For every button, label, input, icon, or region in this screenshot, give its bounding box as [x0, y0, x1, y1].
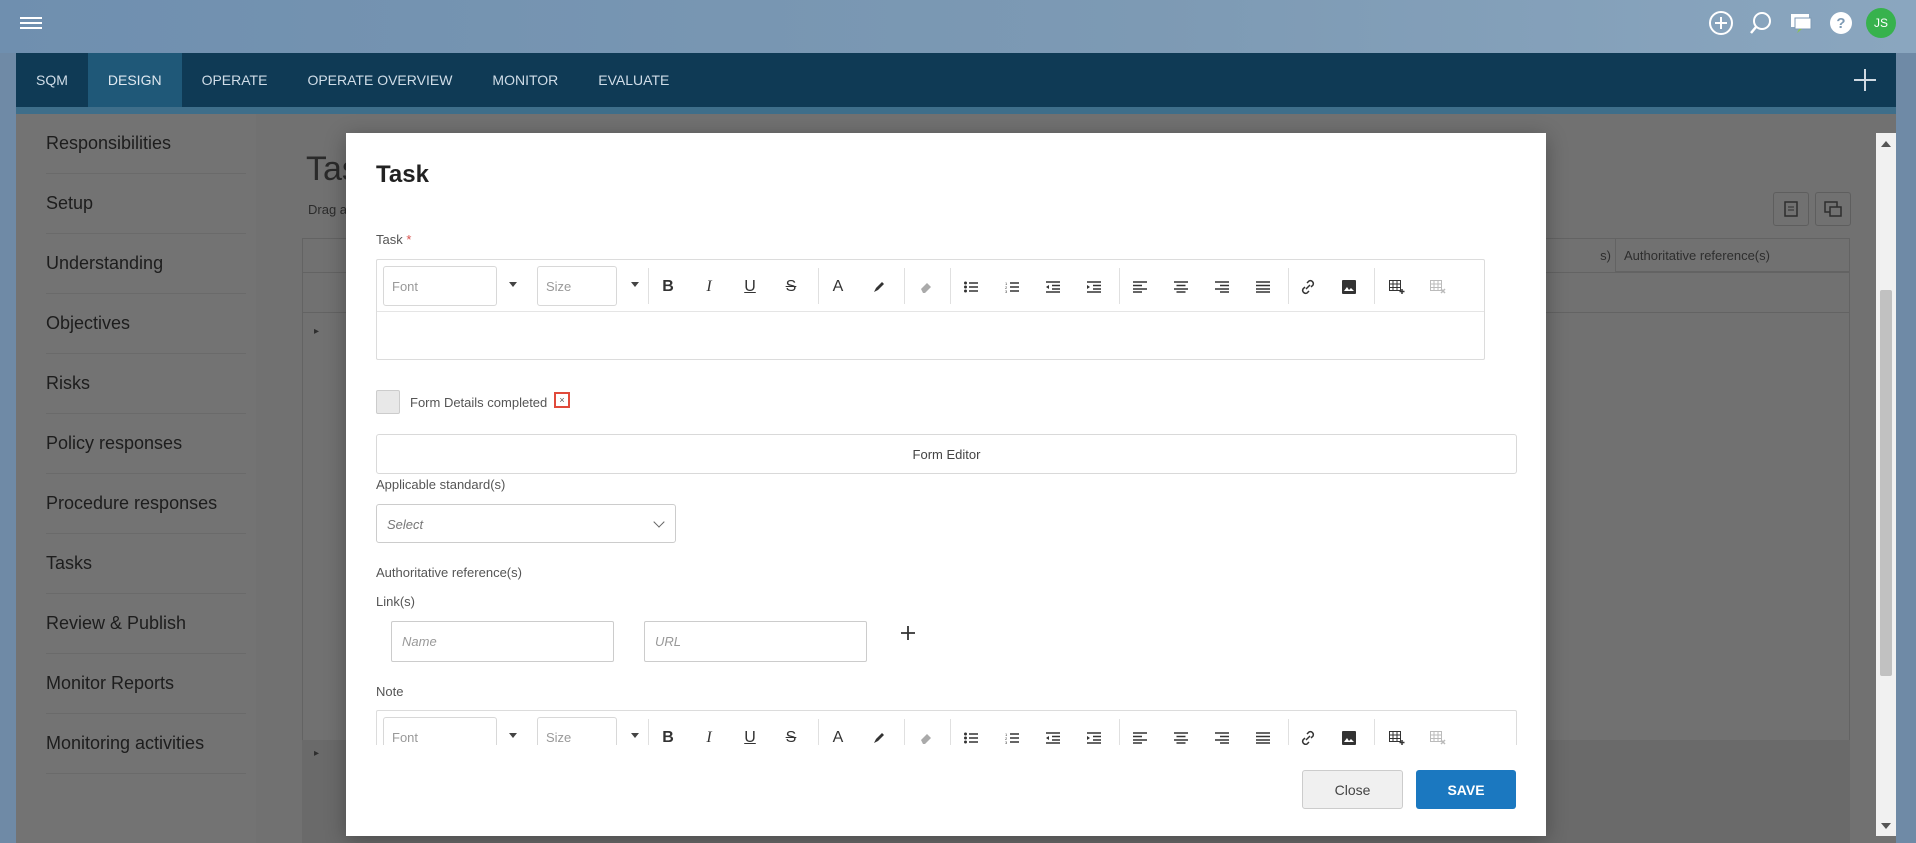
note-label: Note [376, 684, 404, 699]
align-justify-icon[interactable] [1252, 276, 1274, 298]
form-editor-button[interactable]: Form Editor [376, 434, 1517, 474]
top-header [0, 0, 1916, 53]
sidebar-item-tasks[interactable]: Tasks [46, 534, 246, 594]
nav-underline [16, 107, 1896, 114]
expand-row-icon[interactable]: ▸ [314, 326, 319, 337]
sidebar-item-procedure-responses[interactable]: Procedure responses [46, 474, 246, 534]
indent-icon[interactable] [1083, 276, 1105, 298]
underline-icon[interactable]: U [739, 276, 761, 298]
toolbar-divider [950, 268, 951, 304]
tab-monitor[interactable]: MONITOR [472, 53, 578, 107]
applicable-standards-label: Applicable standard(s) [376, 477, 506, 492]
bullet-list-icon[interactable] [960, 276, 982, 298]
toolbar-divider [904, 268, 905, 304]
toolbar-divider [648, 268, 649, 304]
bold-icon[interactable]: B [657, 276, 679, 298]
task-editor: Font Size B I U S A 123 [376, 259, 1485, 360]
form-details-checkbox[interactable] [376, 390, 400, 414]
expand-row-icon[interactable]: ▸ [314, 748, 319, 759]
link-name-input[interactable]: Name [391, 621, 614, 662]
form-details-label: Form Details completed [410, 395, 548, 410]
align-right-icon[interactable] [1211, 276, 1233, 298]
tab-sqm[interactable]: SQM [16, 53, 88, 107]
font-select[interactable]: Font [383, 266, 497, 306]
hamburger-menu-icon[interactable] [20, 14, 42, 32]
italic-icon[interactable]: I [698, 276, 720, 298]
close-button[interactable]: Close [1302, 770, 1403, 809]
strikethrough-icon[interactable]: S [780, 276, 802, 298]
export-icon[interactable] [1773, 192, 1809, 226]
grid-column-header: Authoritative reference(s) [1615, 238, 1850, 272]
columns-icon[interactable] [1815, 192, 1851, 226]
align-center-icon[interactable] [1170, 276, 1192, 298]
sidebar-item-monitor-reports[interactable]: Monitor Reports [46, 654, 246, 714]
modal-title: Task [376, 161, 429, 188]
numbered-list-icon[interactable]: 123 [1001, 276, 1023, 298]
tab-evaluate[interactable]: EVALUATE [578, 53, 689, 107]
chat-icon[interactable] [1786, 8, 1816, 38]
toolbar-divider [1119, 268, 1120, 304]
insert-table-icon[interactable] [1386, 276, 1408, 298]
task-modal: Task Task * Font Size B I U S A 123 Form… [346, 133, 1546, 836]
links-label: Link(s) [376, 594, 416, 609]
scroll-up-icon[interactable] [1881, 141, 1891, 147]
delete-table-icon[interactable] [1427, 276, 1449, 298]
toolbar-divider [818, 268, 819, 304]
drag-hint: Drag a [308, 202, 348, 217]
applicable-standards-select[interactable]: Select [376, 504, 676, 543]
image-icon[interactable] [1338, 276, 1360, 298]
add-circle-icon[interactable] [1706, 8, 1736, 38]
main-nav: SQM DESIGN OPERATE OPERATE OVERVIEW MONI… [16, 53, 1896, 107]
font-color-icon[interactable]: A [827, 276, 849, 298]
highlight-icon[interactable] [868, 276, 890, 298]
svg-text:?: ? [1836, 15, 1845, 32]
toolbar-divider [1288, 268, 1289, 304]
sidebar-item-objectives[interactable]: Objectives [46, 294, 246, 354]
sidebar-item-review-publish[interactable]: Review & Publish [46, 594, 246, 654]
font-dropdown-icon[interactable] [509, 733, 517, 738]
add-tab-icon[interactable] [1852, 67, 1878, 93]
sidebar-item-setup[interactable]: Setup [46, 174, 246, 234]
search-icon[interactable] [1746, 8, 1776, 38]
clear-checkbox-icon[interactable]: × [554, 392, 570, 408]
sidebar: Responsibilities Setup Understanding Obj… [16, 114, 256, 843]
toolbar-divider [1374, 268, 1375, 304]
size-select[interactable]: Size [537, 266, 617, 306]
sidebar-item-monitoring-activities[interactable]: Monitoring activities [46, 714, 246, 774]
link-url-input[interactable]: URL [644, 621, 867, 662]
eraser-icon[interactable] [915, 276, 937, 298]
outdent-icon[interactable] [1042, 276, 1064, 298]
editor-toolbar: Font Size B I U S A 123 [377, 260, 1484, 312]
svg-text:3: 3 [1005, 289, 1008, 293]
help-icon[interactable]: ? [1826, 8, 1856, 38]
align-left-icon[interactable] [1129, 276, 1151, 298]
authoritative-references-label: Authoritative reference(s) [376, 565, 522, 580]
add-link-icon[interactable] [896, 621, 920, 645]
svg-text:3: 3 [1005, 740, 1008, 744]
task-label: Task * [376, 232, 412, 247]
scrollbar[interactable] [1876, 133, 1896, 836]
tab-design[interactable]: DESIGN [87, 53, 182, 107]
scroll-down-icon[interactable] [1881, 823, 1891, 829]
link-icon[interactable] [1297, 276, 1319, 298]
sidebar-item-policy-responses[interactable]: Policy responses [46, 414, 246, 474]
size-dropdown-icon[interactable] [631, 282, 639, 287]
tab-operate[interactable]: OPERATE [182, 53, 288, 107]
sidebar-item-risks[interactable]: Risks [46, 354, 246, 414]
avatar[interactable]: JS [1866, 8, 1896, 38]
sidebar-item-responsibilities[interactable]: Responsibilities [46, 114, 246, 174]
scrollbar-thumb[interactable] [1880, 290, 1892, 676]
size-dropdown-icon[interactable] [631, 733, 639, 738]
tab-operate-overview[interactable]: OPERATE OVERVIEW [287, 53, 472, 107]
top-actions: ? JS [1706, 8, 1896, 38]
font-dropdown-icon[interactable] [509, 282, 517, 287]
save-button[interactable]: SAVE [1416, 770, 1516, 809]
chevron-down-icon [653, 516, 665, 528]
sidebar-item-understanding[interactable]: Understanding [46, 234, 246, 294]
